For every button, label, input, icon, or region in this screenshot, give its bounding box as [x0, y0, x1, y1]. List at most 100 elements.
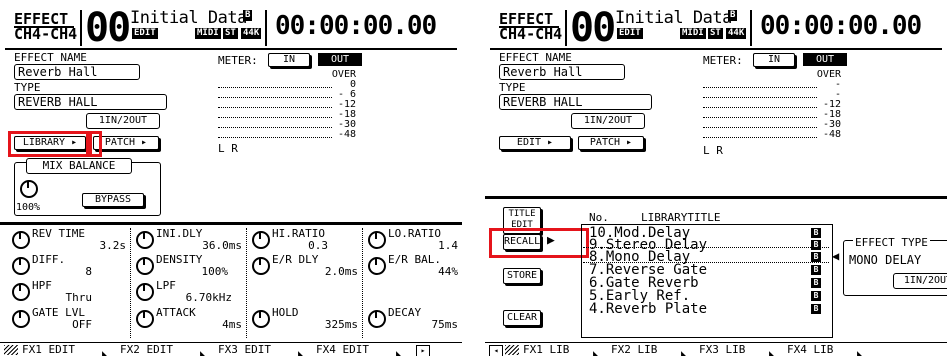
param-name: ATTACK: [156, 306, 196, 319]
b-badge: B: [728, 10, 738, 21]
tab-fx2-edit[interactable]: FX2 EDIT: [120, 344, 173, 356]
meter-lr: L R: [703, 144, 723, 157]
meter-line: [218, 97, 332, 98]
effect-library-screen: EFFECT CH4-CH4 00 Initial Data EDIT B MI…: [485, 0, 947, 356]
er-bal-knob-icon[interactable]: [368, 257, 386, 275]
param-value: Thru: [65, 291, 93, 304]
lpf-knob-icon[interactable]: [136, 283, 154, 301]
effect-type-label: EFFECT TYPE: [853, 236, 930, 249]
column-divider: [246, 228, 247, 338]
er-dly-knob-icon[interactable]: [252, 257, 270, 275]
edit-badge: EDIT: [132, 28, 158, 39]
param-name: GATE LVL: [32, 306, 85, 319]
param-name: INI.DLY: [156, 227, 203, 240]
header-channel: CH4-CH4: [499, 25, 563, 43]
store-button[interactable]: STORE: [503, 268, 541, 284]
io-config: 1IN/2OUT: [571, 113, 645, 129]
preset-badge-icon: B: [811, 265, 821, 275]
library-item[interactable]: 4.Reverb Plate: [589, 302, 707, 316]
type-field: REVERB HALL: [14, 94, 167, 110]
patch-button[interactable]: PATCH ▸: [578, 136, 644, 150]
param-value: 100%: [201, 265, 229, 278]
hpf-knob-icon[interactable]: [12, 283, 30, 301]
tab-corner-icon: ◣: [102, 345, 112, 356]
density-knob-icon[interactable]: [136, 257, 154, 275]
meter-in-button[interactable]: IN: [268, 53, 310, 67]
bypass-button[interactable]: BYPASS: [82, 193, 144, 207]
tab-fx4-edit[interactable]: FX4 EDIT: [316, 344, 369, 356]
mix-knob-icon[interactable]: [20, 180, 38, 198]
meter-label: METER:: [218, 54, 258, 67]
param-name: HOLD: [272, 306, 299, 319]
column-divider: [362, 228, 363, 338]
hold-knob-icon[interactable]: [252, 310, 270, 328]
scene-title: Initial Data: [130, 8, 247, 28]
clear-button[interactable]: CLEAR: [503, 310, 541, 326]
meter-label: METER:: [703, 54, 743, 67]
effect-name-field[interactable]: Reverb Hall: [499, 64, 625, 80]
effect-type-io: 1IN/2OUT: [893, 273, 947, 289]
meter-line: [218, 87, 332, 88]
gate-lvl-knob-icon[interactable]: [12, 310, 30, 328]
tab-fx3-edit[interactable]: FX3 EDIT: [218, 344, 271, 356]
meter-in-button[interactable]: IN: [753, 53, 795, 67]
parameter-divider: [0, 222, 462, 225]
preset-badge-icon: B: [811, 240, 821, 250]
lo-ratio-knob-icon[interactable]: [368, 231, 386, 249]
param-value: 8: [85, 265, 92, 278]
tab-fx4-lib[interactable]: FX4 LIB: [787, 344, 833, 356]
highlight-patch-edge: [86, 131, 102, 157]
meter-line: [703, 117, 817, 118]
preset-badge-icon: B: [811, 304, 821, 314]
edit-badge: EDIT: [617, 28, 643, 39]
param-name: LO.RATIO: [388, 227, 441, 240]
meter-line: [703, 87, 817, 88]
decay-knob-icon[interactable]: [368, 310, 386, 328]
attack-knob-icon[interactable]: [136, 310, 154, 328]
effect-name-label: EFFECT NAME: [14, 51, 87, 64]
param-name: DIFF.: [32, 253, 66, 266]
param-value: 75ms: [431, 318, 459, 331]
param-value: 36.0ms: [202, 239, 242, 252]
param-name: HPF: [32, 279, 52, 292]
tab-fx1-edit[interactable]: FX1 EDIT: [22, 344, 75, 356]
meter-line: [218, 127, 332, 128]
param-name: E/R BAL.: [388, 253, 441, 266]
scroll-right-icon[interactable]: ▸: [416, 345, 430, 356]
tab-fx1-lib[interactable]: FX1 LIB: [523, 344, 569, 356]
time-counter: 00:00:00.00: [275, 11, 437, 41]
tab-corner-icon: ◣: [396, 345, 406, 356]
param-value: 3.2s: [99, 239, 127, 252]
patch-button-label: PATCH: [589, 137, 621, 148]
time-counter: 00:00:00.00: [760, 11, 922, 41]
patch-button[interactable]: PATCH ▸: [93, 136, 159, 150]
meter-out-button[interactable]: OUT: [318, 53, 362, 66]
effect-name-field[interactable]: Reverb Hall: [14, 64, 140, 80]
param-name: HI.RATIO: [272, 227, 325, 240]
tab-fx2-lib[interactable]: FX2 LIB: [611, 344, 657, 356]
param-value: 325ms: [324, 318, 358, 331]
rev-time-knob-icon[interactable]: [12, 231, 30, 249]
scene-title: Initial Data: [615, 8, 732, 28]
library-header-no: No.: [589, 211, 609, 224]
param-value: 44%: [438, 265, 458, 278]
meter-line: [703, 127, 817, 128]
edit-button[interactable]: EDIT ▸: [499, 136, 571, 150]
diff-knob-icon[interactable]: [12, 257, 30, 275]
meter-scale-48: -48: [822, 129, 841, 140]
patch-button-label: PATCH: [104, 137, 136, 148]
k44-badge: 44K: [726, 28, 747, 39]
tab-corner-icon: ◣: [681, 345, 691, 356]
meter-out-button[interactable]: OUT: [803, 53, 847, 66]
ini-dly-knob-icon[interactable]: [136, 231, 154, 249]
tab-corner-icon: ◣: [593, 345, 603, 356]
effect-edit-screen: EFFECT CH4-CH4 00 Initial Data EDIT B MI…: [0, 0, 462, 356]
header-divider: [565, 10, 567, 46]
hi-ratio-knob-icon[interactable]: [252, 231, 270, 249]
type-label: TYPE: [499, 81, 526, 94]
param-value: 0.3: [308, 239, 328, 252]
type-field: REVERB HALL: [499, 94, 652, 110]
scroll-left-icon[interactable]: ◂: [489, 345, 503, 356]
tab-fx3-lib[interactable]: FX3 LIB: [699, 344, 745, 356]
param-value: 6.70kHz: [185, 291, 232, 304]
